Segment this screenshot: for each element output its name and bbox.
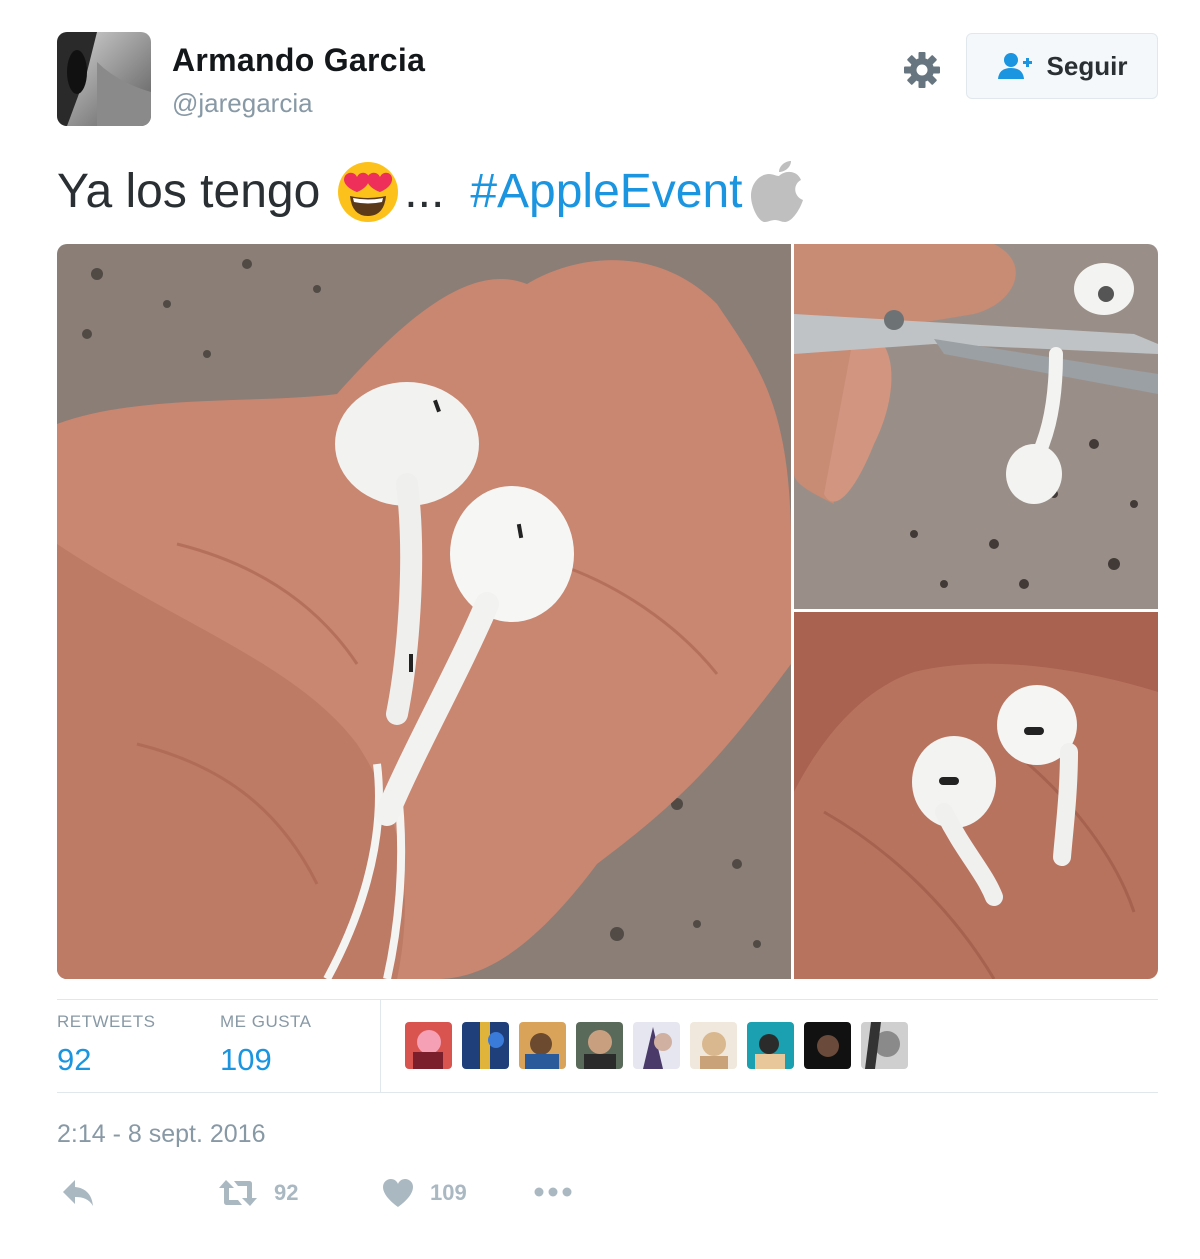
retweets-stat[interactable]: RETWEETS 92	[57, 1012, 155, 1078]
likes-count[interactable]: 109	[220, 1042, 312, 1078]
tweet-text-ellipsis: ...	[404, 165, 445, 218]
follow-button-label: Seguir	[1046, 50, 1128, 81]
author-handle[interactable]: @jaregarcia	[172, 88, 313, 119]
liker-avatar[interactable]	[405, 1022, 452, 1069]
author-name[interactable]: Armando Garcia	[172, 42, 425, 79]
more-button[interactable]	[533, 1186, 573, 1198]
author-avatar[interactable]	[57, 32, 151, 126]
photo-scissors-cutting[interactable]	[794, 244, 1158, 609]
apple-logo-icon	[749, 160, 809, 224]
reply-icon	[63, 1180, 93, 1206]
reply-button[interactable]	[61, 1178, 95, 1208]
tweet-text-main: Ya los tengo	[57, 165, 321, 218]
retweet-count: 92	[274, 1180, 299, 1205]
liker-avatar[interactable]	[804, 1022, 851, 1069]
liker-avatar[interactable]	[633, 1022, 680, 1069]
like-button[interactable]: 109	[382, 1178, 467, 1208]
retweets-count[interactable]: 92	[57, 1042, 155, 1078]
likes-label: ME GUSTA	[220, 1012, 312, 1031]
tweet-media	[57, 244, 1158, 979]
settings-gear-icon[interactable]	[900, 48, 944, 92]
stats-separator	[380, 1000, 381, 1092]
follow-button[interactable]: Seguir	[966, 33, 1158, 99]
likers-avatars	[405, 1022, 908, 1069]
stats-bottom-divider	[57, 1092, 1158, 1093]
heart-eyes-emoji	[336, 160, 400, 224]
liker-avatar[interactable]	[519, 1022, 566, 1069]
photo-earphones-in-hand[interactable]	[57, 244, 791, 979]
hashtag-link[interactable]: #AppleEvent	[470, 160, 742, 224]
stats-top-divider	[57, 999, 1158, 1000]
liker-avatar[interactable]	[861, 1022, 908, 1069]
like-count: 109	[430, 1180, 467, 1205]
tweet-actions: 92 109	[57, 1178, 757, 1222]
retweets-label: RETWEETS	[57, 1012, 156, 1031]
liker-avatar[interactable]	[462, 1022, 509, 1069]
liker-avatar[interactable]	[690, 1022, 737, 1069]
retweet-icon	[219, 1180, 257, 1206]
liker-avatar[interactable]	[747, 1022, 794, 1069]
photo-cut-earbuds[interactable]	[794, 612, 1158, 979]
tweet-text: Ya los tengo ... #AppleEvent	[57, 160, 809, 224]
tweet-timestamp[interactable]: 2:14 - 8 sept. 2016	[57, 1120, 265, 1149]
liker-avatar[interactable]	[576, 1022, 623, 1069]
heart-icon	[383, 1179, 413, 1207]
likes-stat[interactable]: ME GUSTA 109	[220, 1012, 312, 1078]
follow-user-icon	[997, 53, 1032, 79]
more-icon	[534, 1187, 572, 1197]
retweet-button[interactable]: 92	[218, 1178, 298, 1208]
